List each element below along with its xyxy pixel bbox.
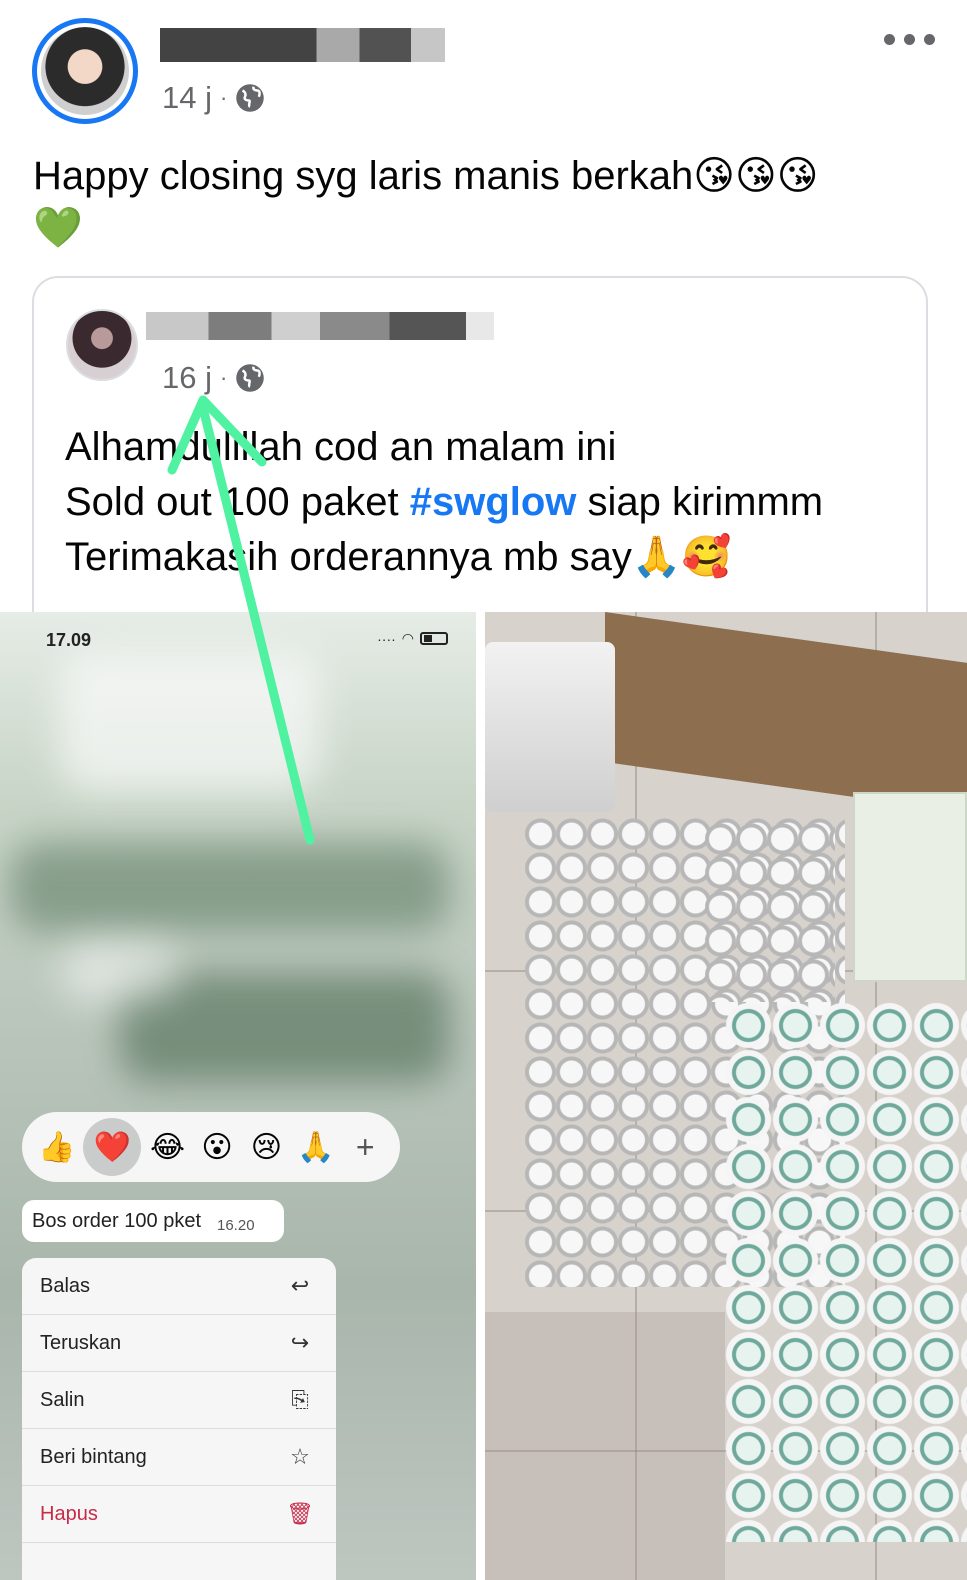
pray-love-emojis: 🙏🥰 xyxy=(631,534,732,580)
blurred-area xyxy=(10,842,450,932)
shared-line-2-pre: Sold out 100 paket xyxy=(65,480,410,524)
globe-icon xyxy=(236,84,265,112)
wow-reaction[interactable]: 😮 xyxy=(194,1124,240,1170)
shared-author-avatar[interactable] xyxy=(66,309,138,381)
shared-post-text: Alhamdulillah cod an malam ini Sold out … xyxy=(65,420,925,585)
menu-item-beri-bintang[interactable]: Beri bintang ☆ xyxy=(22,1429,336,1486)
plastic-rolls xyxy=(485,642,615,812)
copy-icon: ⎘ xyxy=(291,1387,309,1412)
chat-message-time: 16.20 xyxy=(217,1216,255,1234)
reply-icon: ↩ xyxy=(290,1273,310,1298)
pray-reaction[interactable]: 🙏 xyxy=(293,1124,339,1170)
products-photo[interactable] xyxy=(485,612,967,1580)
shared-line-2-post: siap kirimmm xyxy=(576,480,824,524)
floor-shadow xyxy=(485,1312,725,1580)
globe-icon xyxy=(236,364,265,392)
shared-line-3: Terimakasih orderannya mb say xyxy=(65,535,632,579)
menu-item-balas[interactable]: Balas ↩ xyxy=(22,1258,336,1315)
forward-icon: ↪ xyxy=(290,1330,310,1355)
post-message: Happy closing syg laris manis berkah xyxy=(33,154,694,198)
shared-post-time[interactable]: 16 j xyxy=(162,360,212,396)
post-time[interactable]: 14 j xyxy=(162,80,212,116)
trash-icon: 🗑 xyxy=(286,1501,314,1527)
author-avatar[interactable] xyxy=(32,18,138,124)
sad-reaction[interactable]: 😢 xyxy=(243,1124,289,1170)
jar-rows xyxy=(725,1002,967,1542)
chat-message-text: Bos order 100 pket xyxy=(32,1209,201,1232)
meta-separator: · xyxy=(219,365,228,390)
kiss-emojis: 😘😘😘 xyxy=(693,153,819,199)
menu-label: Beri bintang xyxy=(40,1445,147,1468)
chat-message-bubble[interactable]: Bos order 100 pket 16.20 xyxy=(22,1200,284,1242)
star-icon: ☆ xyxy=(290,1444,310,1469)
hashtag-link[interactable]: #swglow xyxy=(410,480,577,524)
status-bar-time: 17.09 xyxy=(46,630,92,650)
menu-item-hapus[interactable]: Hapus 🗑 xyxy=(22,1486,336,1543)
chat-screenshot-photo[interactable]: 17.09 ···· ◠ 👍 ❤️ 😂 😮 😢 🙏 + Bos order 10… xyxy=(0,612,476,1580)
menu-label: Balas xyxy=(40,1274,91,1297)
avatar-photo xyxy=(41,27,129,115)
menu-item-teruskan[interactable]: Teruskan ↪ xyxy=(22,1315,336,1372)
status-bar-icons: ···· ◠ xyxy=(377,630,448,647)
more-options-icon[interactable] xyxy=(884,34,935,45)
reaction-bar: 👍 ❤️ 😂 😮 😢 🙏 + xyxy=(22,1112,400,1182)
menu-label: Salin xyxy=(40,1388,85,1411)
meta-separator: · xyxy=(219,85,228,110)
laugh-reaction[interactable]: 😂 xyxy=(145,1124,191,1170)
heart-reaction[interactable]: ❤️ xyxy=(83,1118,142,1176)
product-boxes xyxy=(853,792,967,982)
wifi-icon: ◠ xyxy=(401,630,414,646)
message-context-menu: Balas ↩ Teruskan ↪ Salin ⎘ Beri bintang … xyxy=(22,1258,336,1580)
menu-item-salin[interactable]: Salin ⎘ xyxy=(22,1372,336,1429)
shared-post-meta: 16 j · xyxy=(162,360,265,396)
battery-icon xyxy=(420,632,448,645)
menu-label: Teruskan xyxy=(40,1331,122,1354)
thumbs-up-reaction[interactable]: 👍 xyxy=(34,1124,80,1170)
menu-label: Hapus xyxy=(40,1502,98,1525)
author-name-redacted[interactable] xyxy=(160,28,445,62)
green-heart-emoji: 💚 xyxy=(33,205,83,251)
blurred-area xyxy=(60,942,180,1002)
post-meta: 14 j · xyxy=(162,80,265,116)
signal-icon: ···· xyxy=(377,630,396,647)
add-reaction-button[interactable]: + xyxy=(342,1124,388,1170)
bottle-rows xyxy=(705,822,835,1002)
shared-line-1: Alhamdulillah cod an malam ini xyxy=(65,425,617,469)
post-text: Happy closing syg laris manis berkah😘😘😘 … xyxy=(33,150,933,254)
blurred-area xyxy=(60,652,320,792)
shared-author-name-redacted[interactable] xyxy=(146,312,494,340)
